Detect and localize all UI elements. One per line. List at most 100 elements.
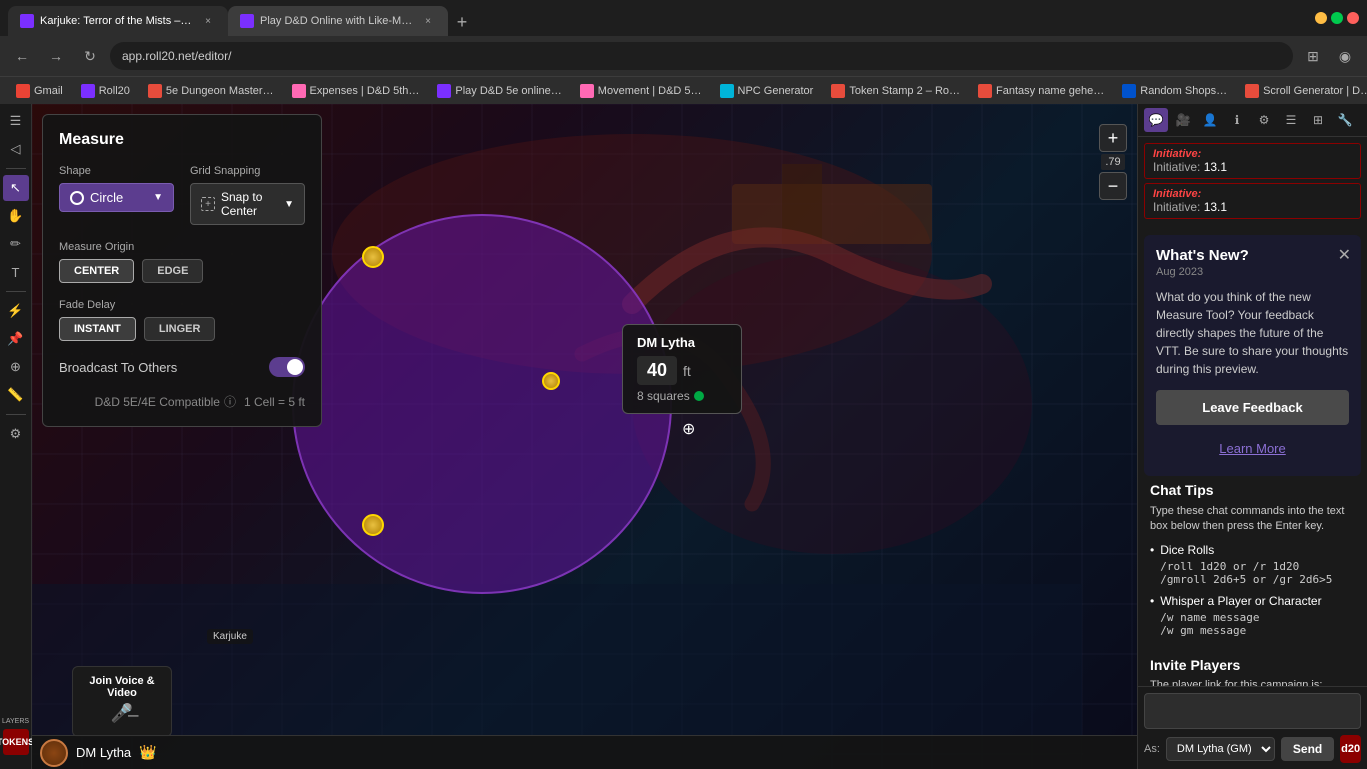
origin-center-button[interactable]: CENTER [59, 259, 134, 283]
whats-new-close-button[interactable]: ✕ [1338, 245, 1351, 265]
bookmark-random[interactable]: Random Shops… [1114, 82, 1235, 100]
new-tab-button[interactable]: + [448, 8, 476, 36]
bookmark-favicon-npc [720, 84, 734, 98]
back-button[interactable]: ← [8, 42, 36, 70]
map-label-karjuke: Karjuke [207, 629, 253, 644]
cell-row: D&D 5E/4E Compatible ⓘ 1 Cell = 5 ft [59, 393, 305, 410]
bookmark-gmail[interactable]: Gmail [8, 82, 71, 100]
send-button[interactable]: Send [1281, 737, 1334, 761]
fade-buttons: INSTANT LINGER [59, 317, 305, 341]
nav-icons: ⊞ ◉ [1299, 42, 1359, 70]
origin-edge-button[interactable]: EDGE [142, 259, 203, 283]
hamburger-menu-button[interactable]: ☰ [3, 108, 29, 134]
cell-value: 1 Cell = 5 ft [244, 395, 305, 409]
grid-tab-button[interactable]: ⊞ [1306, 108, 1330, 132]
snap-dropdown-arrow: ▼ [284, 199, 294, 210]
bookmark-fantasy[interactable]: Fantasy name gehe… [970, 82, 1112, 100]
text-tool-button[interactable]: T [3, 259, 29, 285]
hand-tool-button[interactable]: ✋ [3, 203, 29, 229]
fade-delay-label: Fade Delay [59, 299, 305, 311]
video-tab-button[interactable]: 🎥 [1171, 108, 1195, 132]
tab-close-active[interactable]: × [200, 13, 216, 29]
bookmark-favicon-fantasy [978, 84, 992, 98]
voice-popup-title: Join Voice & Video [81, 675, 163, 699]
minimize-button[interactable] [1315, 12, 1327, 24]
tab-active[interactable]: Karjuke: Terror of the Mists – Tem… × [8, 6, 228, 36]
broadcast-toggle[interactable] [269, 357, 305, 377]
forward-button[interactable]: → [42, 42, 70, 70]
leave-feedback-button[interactable]: Leave Feedback [1156, 390, 1349, 425]
tab-favicon [20, 14, 34, 28]
tab-close-2[interactable]: × [420, 13, 436, 29]
voice-video-popup[interactable]: Join Voice & Video 🎤̶ [72, 666, 172, 737]
measure-panel-title: Measure [59, 131, 305, 149]
measure-top-row: Shape Circle ▼ Grid Snapping Snap to Cen… [59, 165, 305, 225]
tokens-layer-badge[interactable]: TOKENS [3, 729, 29, 755]
browser-chrome: Karjuke: Terror of the Mists – Tem… × Pl… [0, 0, 1367, 104]
initiative-top-1: Initiative: [1153, 148, 1352, 160]
bookmark-scroll[interactable]: Scroll Generator | D… [1237, 82, 1367, 100]
settings-tab-button[interactable]: ⚙ [1252, 108, 1276, 132]
player-avatar [40, 739, 68, 767]
player-crown-icon: 👑 [139, 744, 156, 761]
bookmark-label-npc: NPC Generator [738, 85, 814, 97]
bookmark-expenses[interactable]: Expenses | D&D 5th… [284, 82, 428, 100]
lightning-tool-button[interactable]: ⚡ [3, 298, 29, 324]
invite-players-section: Invite Players The player link for this … [1138, 657, 1367, 686]
bookmark-label-roll20: Roll20 [99, 85, 130, 97]
tab-2[interactable]: Play D&D Online with Like-Mind… × [228, 6, 448, 36]
window-controls [1315, 12, 1359, 24]
chat-tip-whisper: • Whisper a Player or Character /w name … [1150, 594, 1355, 637]
list-tab-button[interactable]: ☰ [1279, 108, 1303, 132]
select-tool-button[interactable]: ↖ [3, 175, 29, 201]
bookmark-roll20[interactable]: Roll20 [73, 82, 138, 100]
profile-button[interactable]: ◉ [1331, 42, 1359, 70]
bookmark-movement[interactable]: Movement | D&D 5… [572, 82, 710, 100]
map-panel[interactable]: DM Lytha 40 ft 8 squares ⊕ Karjuke + .79… [32, 104, 1137, 769]
dnd-label-text: D&D 5E/4E Compatible [95, 395, 220, 409]
extensions-button[interactable]: ⊞ [1299, 42, 1327, 70]
zoom-in-button[interactable]: + [1099, 124, 1127, 152]
collapse-sidebar-button[interactable]: ◁ [3, 136, 29, 162]
maximize-button[interactable] [1331, 12, 1343, 24]
token-marker-dm[interactable] [542, 372, 560, 390]
token-marker-2[interactable] [362, 514, 384, 536]
close-button[interactable] [1347, 12, 1359, 24]
fade-instant-button[interactable]: INSTANT [59, 317, 136, 341]
measure-tool-button[interactable]: ⊕ [3, 354, 29, 380]
shape-dropdown-text: Circle [90, 190, 147, 205]
fade-linger-button[interactable]: LINGER [144, 317, 216, 341]
shape-dropdown[interactable]: Circle ▼ [59, 183, 174, 212]
ruler-tool-button[interactable]: 📏 [3, 382, 29, 408]
bookmark-token[interactable]: Token Stamp 2 – Ro… [823, 82, 968, 100]
voice-popup-title-text: Join Voice & [89, 675, 154, 687]
bookmark-5e[interactable]: 5e Dungeon Master… [140, 82, 282, 100]
snap-dropdown[interactable]: Snap to Center ▼ [190, 183, 305, 225]
chat-as-select[interactable]: DM Lytha (GM) [1166, 737, 1275, 761]
pin-tool-button[interactable]: 📌 [3, 326, 29, 352]
zoom-out-button[interactable]: − [1099, 172, 1127, 200]
right-panel-scroll[interactable]: What's New? Aug 2023 ✕ What do you think… [1138, 229, 1367, 686]
bookmark-npc[interactable]: NPC Generator [712, 82, 822, 100]
initiative-value-1: Initiative: 13.1 [1153, 160, 1352, 174]
bookmark-play[interactable]: Play D&D 5e online… [429, 82, 569, 100]
whats-new-date: Aug 2023 [1156, 266, 1349, 278]
settings-tool-button[interactable]: ⚙ [3, 421, 29, 447]
dm-popup-unit: ft [683, 363, 691, 379]
invite-players-title: Invite Players [1150, 657, 1355, 673]
reload-button[interactable]: ↻ [76, 42, 104, 70]
info-tab-button[interactable]: ℹ [1225, 108, 1249, 132]
bookmark-favicon-movement [580, 84, 594, 98]
chat-tip-dice-cmd2: /gmroll 2d6+5 or /gr 2d6>5 [1160, 573, 1332, 586]
user-tab-button[interactable]: 👤 [1198, 108, 1222, 132]
brush-tool-button[interactable]: ✏ [3, 231, 29, 257]
gear-tab-button[interactable]: 🔧 [1333, 108, 1357, 132]
chat-input-area: As: DM Lytha (GM) Send d20 [1138, 686, 1367, 769]
dnd-info-icon[interactable]: ⓘ [224, 393, 236, 410]
address-bar[interactable]: app.roll20.net/editor/ [110, 42, 1293, 70]
d20-button[interactable]: d20 [1340, 735, 1361, 763]
chat-input-field[interactable] [1144, 693, 1361, 729]
learn-more-button[interactable]: Learn More [1156, 433, 1349, 464]
token-marker-1[interactable] [362, 246, 384, 268]
chat-tab-button[interactable]: 💬 [1144, 108, 1168, 132]
